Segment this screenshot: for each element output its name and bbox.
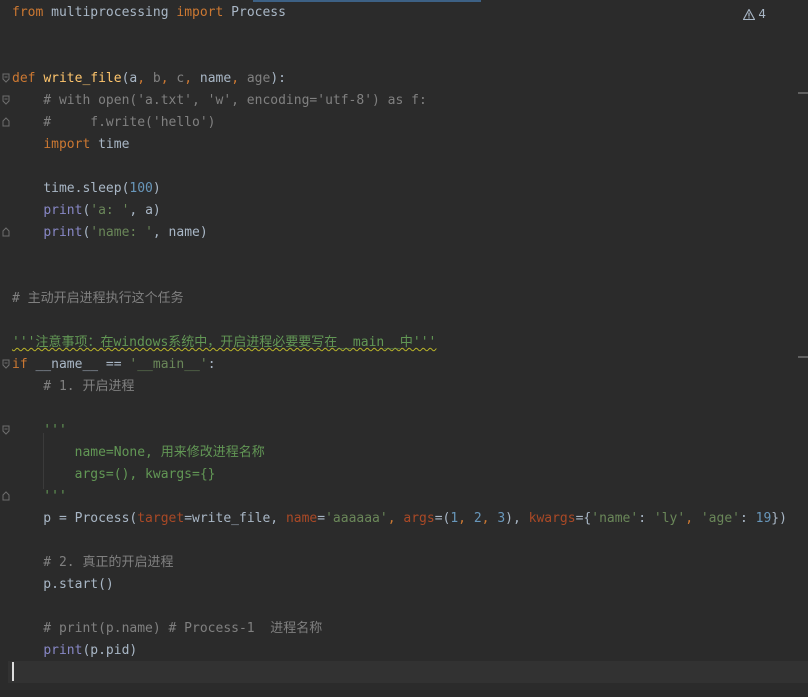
string: 'name' [591,511,639,526]
fold-arrow-icon[interactable] [2,117,10,127]
paren: }) [771,511,787,526]
code-line-comment[interactable]: # print(p.name) # Process-1 进程名称 [12,618,808,640]
separator: , [160,71,177,86]
separator: , [231,71,247,86]
number: 2 [473,511,482,526]
separator: , [137,71,153,86]
code-line-docstring[interactable]: args=(), kwargs={} [12,464,808,486]
builtin: print [43,225,83,240]
builtin: print [43,203,83,218]
code-line-def[interactable]: def write_file(a, b, c, name, age): [12,68,808,90]
builtin: print [43,643,83,658]
param: b [152,71,161,86]
code-line-docstring[interactable]: name=None, 用来修改进程名称 [12,442,808,464]
fold-arrow-icon[interactable] [2,425,10,435]
docstring-text: '''注意事项：在windows系统中，开启进程必要要写在__main__中''… [12,335,437,350]
keyword: import [176,5,224,20]
fold-arrow-icon[interactable] [2,95,10,105]
separator: , [458,511,474,526]
code-line-print[interactable]: print('a: ', a) [12,200,808,222]
separator: , [685,511,701,526]
code-editor[interactable]: 4 from multiprocessing import Process de… [0,0,808,697]
eq: = [317,511,326,526]
code-line-comment[interactable]: # f.write('hello') [12,112,808,134]
kwarg: name [285,511,318,526]
paren: ) [152,181,161,196]
code-line-docstring[interactable]: '''注意事项：在windows系统中，开启进程必要要写在__main__中''… [12,332,808,354]
args: , name) [152,225,208,240]
args: , a) [129,203,161,218]
code-line-process[interactable]: p = Process(target=write_file, name='aaa… [12,508,808,530]
code-line-comment[interactable]: # 主动开启进程执行这个任务 [12,288,808,310]
paren: ): [270,71,286,86]
keyword: def [12,71,36,86]
param: age [246,71,271,86]
eq: =( [434,511,451,526]
colon: : [739,511,756,526]
assignment: p = Process( [12,511,138,526]
keyword: if [12,357,28,372]
eq: ={ [575,511,592,526]
string: 'aaaaaa' [325,511,388,526]
module-name: multiprocessing [43,5,177,20]
string: 'age' [700,511,740,526]
code-line-docstring[interactable]: ''' [12,486,808,508]
number: 19 [755,511,772,526]
args: (p.pid) [82,643,138,658]
string: '__main__' [129,357,208,372]
string: 'name: ' [90,225,153,240]
current-line[interactable] [8,661,808,683]
keyword: from [12,5,44,20]
code-line-import[interactable]: import time [12,134,808,156]
code-line-print[interactable]: print('name: ', name) [12,222,808,244]
call: time.sleep( [12,181,130,196]
code-line-comment[interactable]: # with open('a.txt', 'w', encoding='utf-… [12,90,808,112]
module-name: time [90,137,130,152]
code-line-comment[interactable]: # 2. 真正的开启进程 [12,552,808,574]
fold-arrow-icon[interactable] [2,73,10,83]
fold-arrow-icon[interactable] [2,359,10,369]
code-line-comment[interactable]: # 1. 开启进程 [12,376,808,398]
separator: , [184,71,200,86]
code-line-docstring[interactable]: ''' [12,420,808,442]
param: name [199,71,232,86]
value: =write_file, [184,511,286,526]
code-line-print-pid[interactable]: print(p.pid) [12,640,808,662]
expr: __name__ == [27,357,130,372]
fold-arrow-icon[interactable] [2,491,10,501]
paren: ), [505,511,529,526]
separator: , [481,511,498,526]
text-caret [12,662,14,681]
code-line-sleep[interactable]: time.sleep(100) [12,178,808,200]
keyword: import [43,137,91,152]
separator: , [387,511,404,526]
colon: : [207,357,216,372]
code-line-if-main[interactable]: if __name__ == '__main__': [12,354,808,376]
colon: : [638,511,654,526]
number: 1 [450,511,459,526]
kwarg: args [403,511,435,526]
code-line-1[interactable]: from multiprocessing import Process [12,2,808,24]
import-name: Process [223,5,286,20]
kwarg: kwargs [528,511,576,526]
number: 3 [497,511,506,526]
string: 'ly' [653,511,686,526]
function-name: write_file [43,71,122,86]
code-line-start[interactable]: p.start() [12,574,808,596]
fold-arrow-icon[interactable] [2,227,10,237]
number: 100 [129,181,153,196]
kwarg: target [137,511,185,526]
string: 'a: ' [90,203,130,218]
